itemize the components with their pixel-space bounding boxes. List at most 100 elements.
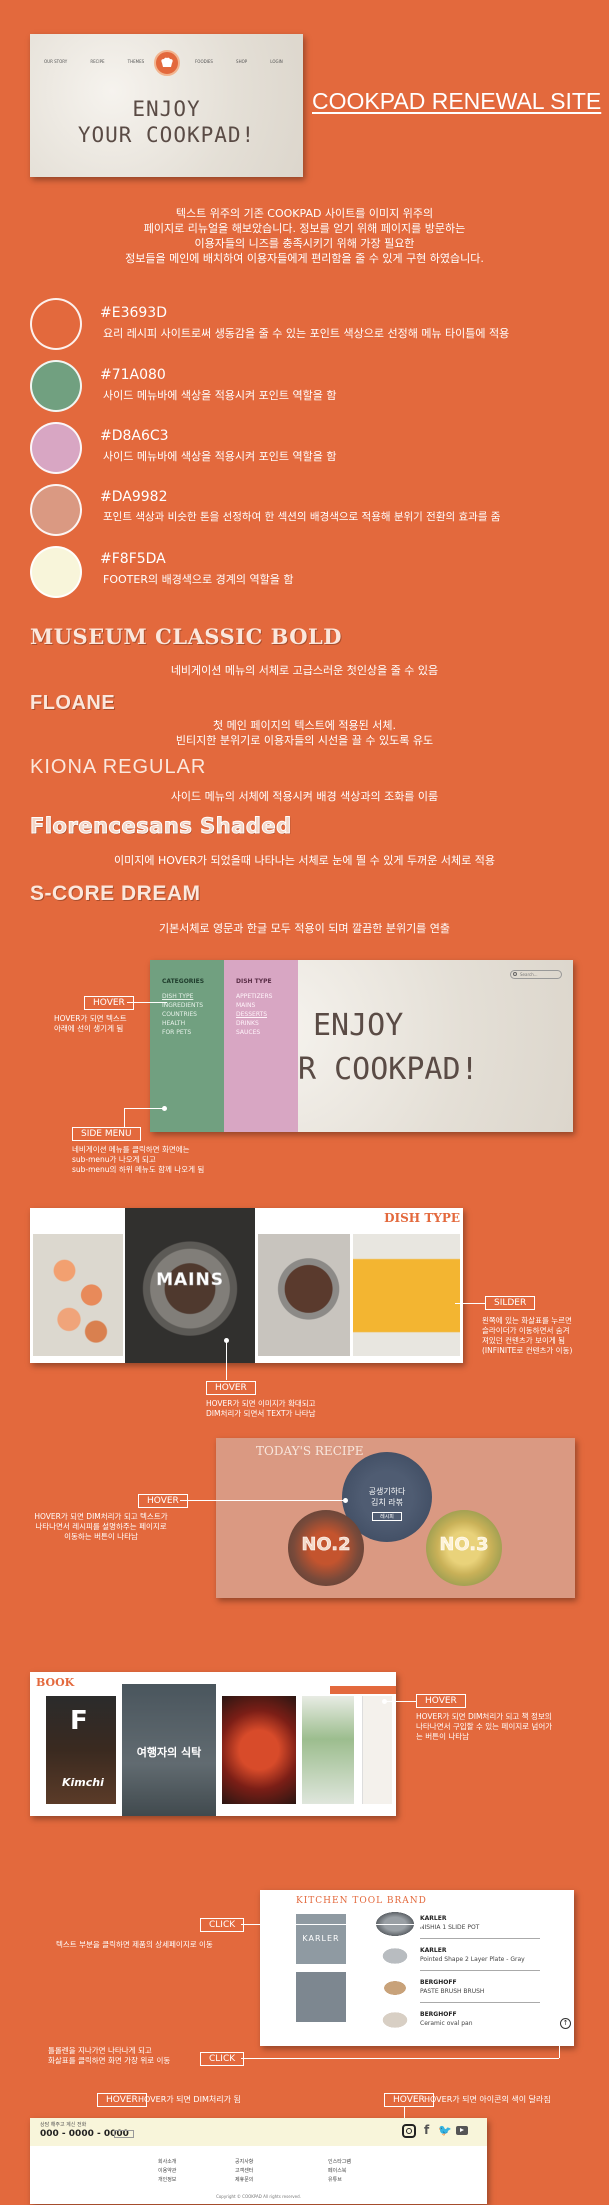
hover-tag: HOVER (416, 1694, 466, 1708)
dish-item[interactable]: DRINKS (236, 1019, 298, 1028)
book-cover-red[interactable] (222, 1696, 296, 1804)
footer-link[interactable]: 페이스북 (328, 2167, 351, 2176)
connector-dot (418, 1922, 423, 1927)
product-thumb[interactable] (376, 1976, 414, 2000)
footer-link[interactable]: 개인정보 (158, 2176, 176, 2185)
annotation-note: HOVER가 되면 DIM처리가 되고 책 정보의 나타나면서 구입할 수 있는… (416, 1712, 552, 1742)
footer-screenshot: 상담 해주고 계신 전화 000 - 0000 - 0000 f 🐦 회사소개 … (30, 2118, 487, 2204)
footer-copyright: Copyright © COOKPAD All rights reserved. (216, 2194, 301, 2199)
font-desc: 첫 메인 페이지의 텍스트에 적용된 서체. 빈티지한 분위기로 이용자들의 시… (0, 718, 609, 748)
product-thumb[interactable] (376, 1944, 414, 1968)
footer-cs-button[interactable] (114, 2130, 134, 2138)
intro-text: 텍스트 위주의 기존 COOKPAD 사이트를 이미지 위주의 페이지로 리뉴얼… (0, 206, 609, 266)
intro-line: 페이지로 리뉴얼을 해보았습니다. 정보를 얻기 위해 페이지를 방문하는 (143, 222, 466, 235)
scroll-top-arrow-icon[interactable]: ↑ (560, 2018, 571, 2029)
side-menu-tag: SIDE MENU (72, 1127, 141, 1141)
dish-item[interactable]: MAINS (236, 1001, 298, 1010)
book-cover-hovered[interactable]: 여행자의 식탁 (122, 1684, 216, 1816)
book-cover-green[interactable] (302, 1696, 354, 1804)
click-tag: CLICK (200, 2052, 245, 2066)
dish-image-appetizer[interactable] (33, 1234, 123, 1356)
dish-item[interactable]: APPETIZERS (236, 992, 298, 1001)
row-divider (420, 2002, 540, 2003)
connector-dot (162, 1106, 167, 1111)
categories-title: CATEGORIES (162, 978, 205, 985)
note-line: HOVER가 되면 이미지가 확대되고 (206, 1399, 316, 1408)
footer-link[interactable]: 유튜브 (328, 2176, 351, 2185)
category-item[interactable]: DISH TYPE (162, 992, 224, 1001)
recipe-circle-3[interactable]: NO.3 (426, 1510, 502, 1586)
connector-line (226, 1342, 227, 1380)
nav-item[interactable]: SHOP (236, 59, 247, 64)
annotation-note: 틀롤렌을 지나가면 나타나게 되고 화살표를 클릭하면 화면 가장 위로 이동 (48, 2046, 170, 2066)
font-desc: 사이드 메뉴의 서체에 적용시켜 배경 색상과의 조화를 이룸 (170, 790, 439, 803)
font-desc: 네비게이션 메뉴의 서체로 고급스러운 첫인상을 줄 수 있음 (170, 664, 439, 677)
headline-line: YOUR COOKPAD! (77, 123, 256, 147)
recipe-circle-2[interactable]: NO.2 (288, 1510, 364, 1586)
hover-tag: HOVER (206, 1381, 256, 1395)
footer-link[interactable]: 인스타그램 (328, 2158, 351, 2167)
search-placeholder: Search... (520, 972, 538, 977)
connector-line (241, 2058, 559, 2059)
nav-item[interactable]: OUR STORY (44, 59, 67, 64)
font-name: KIONA REGULAR (30, 756, 207, 778)
product-text[interactable]: KARLER NISHIA 1 SLIDE POT (420, 1914, 479, 1932)
nav-item[interactable]: LOGIN (270, 59, 283, 64)
search-box[interactable]: Search... (510, 970, 562, 979)
book-hover-title: 여행자의 식탁 (136, 1746, 202, 1759)
category-item[interactable]: HEALTH (162, 1019, 224, 1028)
brand-tile-karler[interactable]: KARLER (296, 1914, 346, 1964)
footer-link[interactable]: 고객센터 (235, 2167, 253, 2176)
recipe-hover-text: 공생기하다 김치 라볶 (342, 1486, 432, 1508)
category-item[interactable]: INGREDIENTS (162, 1001, 224, 1010)
nav-item[interactable]: THEMES (128, 59, 145, 64)
recipe-number: NO.2 (301, 1534, 351, 1556)
dish-type-panel: DISH TYPE APPETIZERS MAINS DESSERTS DRIN… (224, 960, 298, 1132)
product-thumb[interactable] (376, 2008, 414, 2032)
recipe-button[interactable]: 레시피 (372, 1512, 402, 1521)
youtube-icon[interactable] (456, 2126, 468, 2135)
annotation-note: HOVER가 되면 아이콘의 색이 달라짐 (424, 2095, 551, 2104)
note-line: 져있던 컨텐츠가 보이게 됨 (482, 1336, 566, 1345)
product-text[interactable]: BERGHOFF Ceramic oval pan (420, 2010, 473, 2028)
connector-line (559, 2030, 560, 2058)
product-text[interactable]: KARLER Pointed Shape 2 Layer Plate - Gray (420, 1946, 525, 1964)
nav-item[interactable]: RECIPE (90, 59, 104, 64)
brand-tile-second[interactable] (296, 1972, 346, 2022)
product-name: KARLER (420, 1915, 447, 1922)
logo-chef-hat-icon[interactable] (154, 50, 180, 76)
footer-link[interactable]: 회사소개 (158, 2158, 176, 2167)
footer-link[interactable]: 공지사항 (235, 2158, 253, 2167)
nav-item[interactable]: FOODIES (195, 59, 213, 64)
hover-tag: HOVER (138, 1494, 188, 1508)
product-name: BERGHOFF (420, 1979, 457, 1986)
book-cover-side[interactable] (362, 1696, 392, 1804)
bg-headline-line: R COOKPAD! (298, 1052, 479, 1087)
footer-link[interactable]: 이용약관 (158, 2167, 176, 2176)
swatch-orange (30, 298, 82, 350)
book-screenshot: BOOK F Kimchi 여행자의 식탁 (30, 1672, 396, 1816)
instagram-icon[interactable] (402, 2124, 416, 2138)
hover-label: MAINS (156, 1270, 224, 1291)
dish-image-dessert[interactable] (258, 1234, 350, 1356)
dish-item[interactable]: SAUCES (236, 1028, 298, 1037)
footer-link[interactable]: 제휴문의 (235, 2176, 253, 2185)
dish-image-drink[interactable] (353, 1234, 460, 1356)
category-item[interactable]: COUNTRIES (162, 1010, 224, 1019)
connector-line (180, 1500, 345, 1501)
bg-headline-line: ENJOY (313, 1008, 404, 1043)
connector-dot (343, 1498, 348, 1503)
note-line: (INFINITE로 컨텐츠가 이동) (482, 1346, 573, 1355)
dish-item[interactable]: DESSERTS (236, 1010, 298, 1019)
annotation-note: 왼쪽에 있는 화살표를 누르면 슬라이더가 이동하면서 숨겨 져있던 컨텐츠가 … (482, 1316, 572, 1356)
product-text[interactable]: BERGHOFF PASTE BRUSH BRUSH (420, 1978, 484, 1996)
twitter-icon[interactable]: 🐦 (438, 2124, 452, 2137)
side-menu-screenshot: CATEGORIES DISH TYPE INGREDIENTS COUNTRI… (150, 960, 573, 1132)
facebook-icon[interactable]: f (424, 2123, 429, 2137)
note-line: 왼쪽에 있는 화살표를 누르면 (482, 1316, 572, 1325)
book-cover-kimchi[interactable]: F Kimchi (46, 1696, 116, 1804)
row-divider (420, 1938, 540, 1939)
category-item[interactable]: FOR PETS (162, 1028, 224, 1037)
dish-image-mains-hovered[interactable]: MAINS (125, 1208, 255, 1363)
note-line: sub-menu의 하위 메뉴도 함께 나오게 됨 (72, 1165, 205, 1174)
